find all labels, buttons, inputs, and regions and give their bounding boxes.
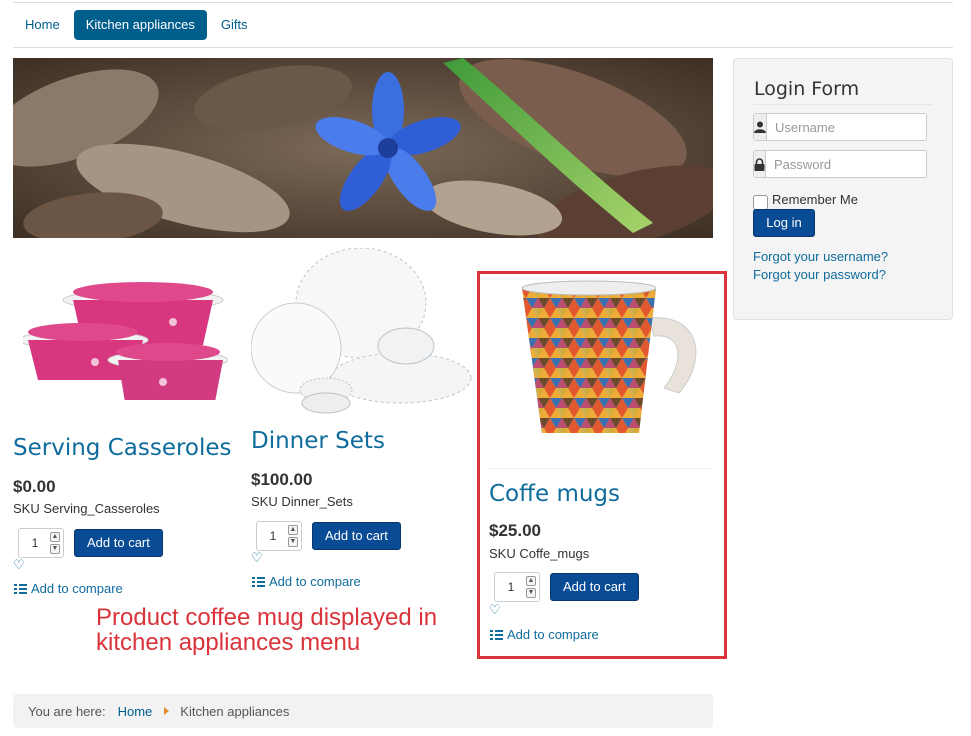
- breadcrumb-label: You are here:: [28, 703, 106, 719]
- annotation-text: Product coffee mug displayed in kitchen …: [96, 604, 438, 656]
- quantity-value: 1: [31, 536, 39, 550]
- breadcrumb: You are here: Home Kitchen appliances: [13, 694, 713, 728]
- remember-me-checkbox[interactable]: [753, 195, 768, 210]
- nav-divider: [13, 47, 953, 48]
- menu-item-gifts[interactable]: Gifts: [209, 10, 260, 40]
- wishlist-heart-icon[interactable]: ♡: [251, 550, 263, 566]
- quantity-up-icon[interactable]: ▲: [50, 532, 60, 542]
- product-price: $25.00: [489, 521, 541, 540]
- product-sku: SKU Serving_Casseroles: [13, 501, 160, 516]
- add-to-compare-link[interactable]: Add to compare: [490, 627, 599, 642]
- add-to-compare-label: Add to compare: [269, 574, 361, 589]
- menu-item-kitchen-appliances[interactable]: Kitchen appliances: [73, 10, 207, 40]
- add-to-compare-link[interactable]: Add to compare: [252, 574, 361, 589]
- quantity-value: 1: [269, 529, 277, 543]
- breadcrumb-current: Kitchen appliances: [180, 703, 290, 719]
- username-input[interactable]: [767, 114, 951, 140]
- login-button[interactable]: Log in: [753, 209, 815, 237]
- product-image-coffe-mug[interactable]: [514, 278, 714, 448]
- product-card-coffe-mugs: Coffe mugs $25.00 SKU Coffe_mugs 1 ▲ ▼ A…: [489, 278, 711, 648]
- main-menu: Home Kitchen appliances Gifts: [13, 10, 262, 40]
- product-title[interactable]: Dinner Sets: [251, 428, 385, 454]
- add-to-compare-link[interactable]: Add to compare: [14, 581, 123, 596]
- forgot-password-link[interactable]: Forgot your password?: [753, 267, 886, 282]
- wishlist-heart-icon[interactable]: ♡: [489, 602, 501, 618]
- quantity-stepper[interactable]: 1 ▲ ▼: [256, 521, 302, 551]
- quantity-down-icon[interactable]: ▼: [288, 537, 298, 547]
- quantity-stepper[interactable]: 1 ▲ ▼: [18, 528, 64, 558]
- product-card-dinner-sets: Dinner Sets $100.00 SKU Dinner_Sets 1 ▲ …: [250, 247, 473, 598]
- product-divider: [489, 468, 711, 469]
- add-to-cart-button[interactable]: Add to cart: [312, 522, 401, 550]
- quantity-stepper[interactable]: 1 ▲ ▼: [494, 572, 540, 602]
- menu-item-home[interactable]: Home: [13, 10, 72, 40]
- list-icon: [490, 629, 503, 640]
- add-to-compare-label: Add to compare: [31, 581, 123, 596]
- list-icon: [252, 576, 265, 587]
- wishlist-heart-icon[interactable]: ♡: [13, 557, 25, 573]
- top-divider: [13, 2, 953, 3]
- remember-me[interactable]: Remember Me: [753, 189, 858, 210]
- forgot-username-link[interactable]: Forgot your username?: [753, 249, 888, 264]
- quantity-value: 1: [507, 580, 515, 594]
- product-sku: SKU Coffe_mugs: [489, 546, 590, 561]
- product-price: $100.00: [251, 470, 313, 489]
- banner-image: [13, 58, 713, 238]
- list-icon: [14, 583, 27, 594]
- login-divider: [753, 104, 933, 105]
- quantity-down-icon[interactable]: ▼: [526, 588, 536, 598]
- add-to-cart-button[interactable]: Add to cart: [74, 529, 163, 557]
- product-price: $0.00: [13, 477, 56, 496]
- lock-icon: [754, 151, 766, 177]
- breadcrumb-home[interactable]: Home: [118, 704, 153, 719]
- add-to-cart-button[interactable]: Add to cart: [550, 573, 639, 601]
- quantity-down-icon[interactable]: ▼: [50, 544, 60, 554]
- product-image-casseroles[interactable]: [17, 270, 229, 402]
- remember-me-label: Remember Me: [772, 192, 858, 207]
- quantity-up-icon[interactable]: ▲: [288, 525, 298, 535]
- product-image-dinner-sets[interactable]: [250, 247, 473, 418]
- add-to-compare-label: Add to compare: [507, 627, 599, 642]
- username-field[interactable]: [753, 113, 951, 141]
- product-sku: SKU Dinner_Sets: [251, 494, 353, 509]
- quantity-up-icon[interactable]: ▲: [526, 576, 536, 586]
- product-title[interactable]: Serving Casseroles: [13, 435, 232, 461]
- breadcrumb-separator-icon: [164, 707, 170, 715]
- product-card-serving-casseroles: Serving Casseroles $0.00 SKU Serving_Cas…: [13, 255, 233, 605]
- login-title: Login Form: [754, 78, 860, 100]
- user-icon: [754, 114, 767, 140]
- product-title[interactable]: Coffe mugs: [489, 481, 620, 507]
- password-field[interactable]: [753, 150, 950, 178]
- password-input[interactable]: [766, 151, 950, 177]
- login-form: Login Form Remember Me Log in Forgot you…: [733, 58, 953, 320]
